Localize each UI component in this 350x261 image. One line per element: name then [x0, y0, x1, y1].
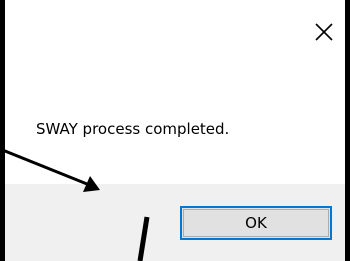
message-dialog: SWAY process completed. OK [0, 0, 350, 261]
ok-button[interactable]: OK [180, 206, 332, 240]
dialog-right-border [345, 0, 350, 261]
ok-button-label: OK [245, 214, 267, 232]
dialog-message: SWAY process completed. [36, 120, 230, 138]
close-icon [315, 23, 333, 41]
screenshot-stage: SWAY process completed. OK [0, 0, 350, 261]
close-button[interactable] [304, 12, 344, 52]
